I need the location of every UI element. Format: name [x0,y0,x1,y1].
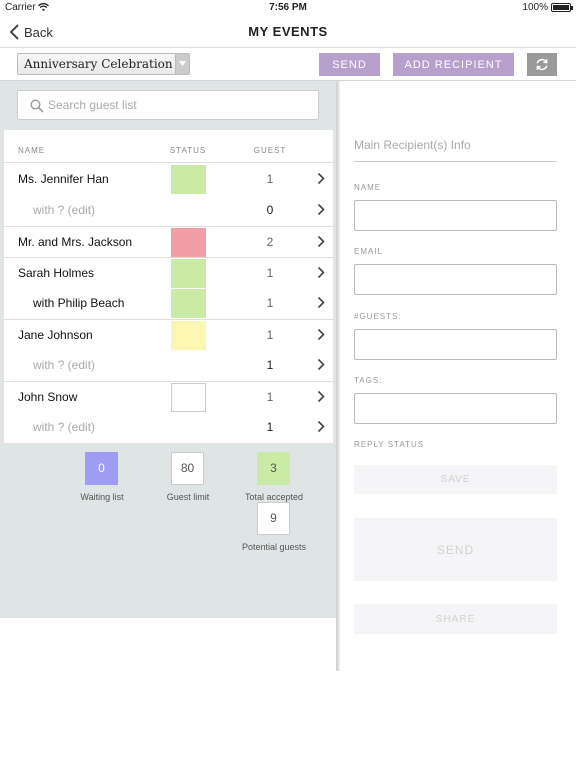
guest-name: with Philip Beach [33,296,125,310]
battery-percent: 100% [522,2,548,13]
table-row[interactable]: with ? (edit) 1 [4,350,333,381]
guest-count: 1 [266,296,274,310]
chevron-right-icon [317,358,325,371]
table-row[interactable]: Mr. and Mrs. Jackson 2 [4,226,333,257]
add-recipient-button[interactable]: ADD RECIPIENT [393,53,514,76]
recipient-send-button[interactable]: SEND [354,518,557,581]
search-icon [30,99,44,113]
chevron-right-icon [317,328,325,341]
chevron-right-icon [317,296,325,309]
name-label: NAME [354,183,382,192]
potential-guests-label: Potential guests [241,542,307,552]
save-button[interactable]: SAVE [354,465,557,494]
guest-name: Mr. and Mrs. Jackson [18,235,133,249]
panel-divider [336,81,340,671]
tags-field[interactable] [354,393,557,424]
share-button[interactable]: SHARE [354,604,557,634]
guests-field[interactable] [354,329,557,360]
guest-name: with ? (edit) [33,203,96,217]
table-row[interactable]: John Snow 1 [4,381,333,412]
refresh-icon [536,58,548,71]
guest-count: 1 [266,328,274,342]
table-row[interactable]: with Philip Beach 1 [4,288,333,319]
guest-name: with ? (edit) [33,358,96,372]
toolbar: Anniversary Celebration SEND ADD RECIPIE… [0,48,576,81]
panel-footer [0,618,336,671]
status-indicator[interactable] [171,165,206,194]
total-accepted-box: 3 [257,452,290,485]
table-row[interactable]: with ? (edit) 1 [4,412,333,443]
table-row[interactable]: Ms. Jennifer Han 1 [4,164,333,195]
table-row[interactable]: Sarah Holmes 1 [4,257,333,288]
chevron-right-icon [317,266,325,279]
caret-down-icon [179,61,186,66]
event-select-value: Anniversary Celebration [24,57,173,71]
guest-count: 1 [266,172,274,186]
potential-guests-box: 9 [257,502,290,535]
guest-count: 1 [266,390,274,404]
guest-count: 2 [266,235,274,249]
guest-name: Ms. Jennifer Han [18,172,109,186]
total-accepted-label: Total accepted [244,492,304,502]
reply-status-label: REPLY STATUS [354,440,425,449]
email-label: EMAIL [354,247,384,256]
header-guest: GUEST [253,146,287,155]
event-select[interactable]: Anniversary Celebration [17,53,190,75]
guest-name: Jane Johnson [18,328,93,342]
guest-name: Sarah Holmes [18,266,95,280]
battery-icon [551,3,571,12]
waiting-list-box: 0 [85,452,118,485]
chevron-right-icon [317,390,325,403]
refresh-button[interactable] [527,53,557,76]
status-indicator[interactable] [171,289,206,318]
name-field[interactable] [354,200,557,231]
email-field[interactable] [354,264,557,295]
chevron-right-icon [317,420,325,433]
recipient-info-title: Main Recipient(s) Info [354,138,471,152]
guest-name: John Snow [18,390,78,404]
guest-list: NAME STATUS GUEST Ms. Jennifer Han 1 with … [4,130,333,443]
waiting-list-label: Waiting list [80,492,124,502]
table-row[interactable]: with ? (edit) 0 [4,195,333,226]
select-arrow [175,54,189,74]
status-indicator[interactable] [171,383,206,412]
recipient-title-divider [354,161,557,162]
battery-tip [571,6,573,10]
send-button[interactable]: SEND [319,53,380,76]
tags-label: TAGS: [354,376,383,385]
search-box[interactable] [17,90,319,120]
list-header: NAME STATUS GUEST [4,130,333,163]
chevron-right-icon [317,172,325,185]
status-indicator[interactable] [171,321,206,350]
guest-limit-box: 80 [171,452,204,485]
status-indicator[interactable] [171,228,206,257]
guests-label: #GUESTS: [354,312,402,321]
status-bar: Carrier 7:56 PM 100% [0,0,576,16]
guest-count: 1 [266,266,274,280]
guest-count: 1 [266,358,274,372]
table-row[interactable]: Jane Johnson 1 [4,319,333,350]
guest-count: 0 [266,203,274,217]
chevron-right-icon [317,235,325,248]
page-title: MY EVENTS [248,24,328,39]
status-indicator[interactable] [171,259,206,288]
guest-count: 1 [266,420,274,434]
nav-bar: Back MY EVENTS [0,16,576,48]
guest-name: with ? (edit) [33,420,96,434]
guest-limit-label: Guest limit [166,492,210,502]
header-name: NAME [18,146,46,155]
header-status: STATUS [169,146,207,155]
chevron-right-icon [317,203,325,216]
clock: 7:56 PM [269,2,307,13]
search-input[interactable] [48,95,308,115]
